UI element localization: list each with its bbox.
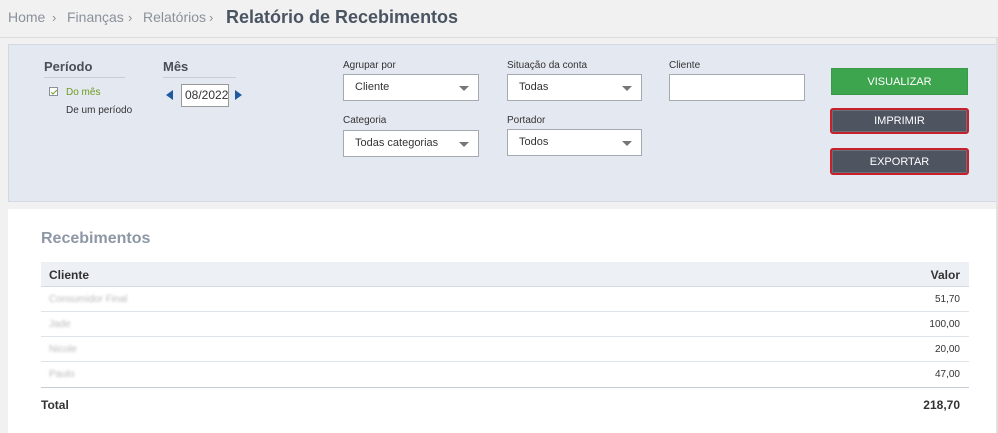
mes-divider [163,77,236,78]
periodo-heading: Período [44,59,93,74]
row-cliente: Consumidor Final [49,294,128,305]
breadcrumb-separator-icon: › [52,10,57,25]
categoria-select[interactable]: Todas categorias [343,130,479,157]
imprimir-button[interactable]: IMPRIMIR [830,108,969,134]
portador-label: Portador [507,115,546,126]
top-bar: Home › Finanças › Relatórios › Relatório… [0,0,998,38]
chevron-down-icon [622,86,632,91]
mes-heading: Mês [163,59,189,74]
periodo-divider [44,77,125,78]
cliente-label: Cliente [669,60,701,71]
report-title: Recebimentos [41,230,151,247]
column-header-valor[interactable]: Valor [931,268,960,282]
periodo-option-do-mes[interactable]: Do mês [66,87,100,98]
agrupar-por-label: Agrupar por [343,60,396,71]
portador-select[interactable]: Todos [507,129,642,156]
portador-value: Todos [519,136,549,148]
categoria-label: Categoria [343,115,387,126]
row-valor: 100,00 [929,319,960,330]
column-header-cliente[interactable]: Cliente [49,268,89,282]
row-valor: 51,70 [934,294,960,305]
breadcrumb-home[interactable]: Home [8,9,45,25]
breadcrumb-relatorios[interactable]: Relatórios [143,9,206,25]
table-row[interactable]: Jade 100,00 [41,312,969,337]
situacao-conta-label: Situação da conta [507,60,588,71]
agrupar-por-value: Cliente [355,81,390,93]
row-valor: 47,00 [934,369,960,380]
previous-month-icon[interactable] [166,90,173,100]
visualizar-button[interactable]: VISUALIZAR [831,68,968,95]
month-input[interactable]: 08/2022 [181,84,229,107]
exportar-button[interactable]: EXPORTAR [830,148,969,175]
chevron-down-icon [459,86,469,91]
page-title: Relatório de Recebimentos [226,7,459,27]
situacao-conta-value: Todas [519,81,549,93]
breadcrumb-financas[interactable]: Finanças [67,9,124,25]
breadcrumb-separator-icon: › [209,10,214,25]
cliente-input[interactable] [669,74,805,101]
row-cliente: Nicole [49,344,77,355]
situacao-conta-select[interactable]: Todas [507,74,642,101]
chevron-down-icon [622,141,632,146]
periodo-option-de-um-periodo[interactable]: De um período [66,105,132,116]
table-row[interactable]: Paulo 47,00 [41,362,969,387]
table-row[interactable]: Nicole 20,00 [41,337,969,362]
next-month-icon[interactable] [235,90,242,100]
table-header: Cliente Valor [41,262,969,287]
categoria-value: Todas categorias [355,137,439,149]
agrupar-por-select[interactable]: Cliente [343,74,479,101]
total-value: 218,70 [923,398,960,412]
total-label: Total [41,398,69,412]
row-cliente: Paulo [49,369,75,380]
breadcrumb-separator-icon: › [128,10,133,25]
row-valor: 20,00 [934,344,960,355]
chevron-down-icon [459,142,469,147]
row-cliente: Jade [49,319,71,330]
checked-option-icon [49,87,58,96]
total-row: Total 218,70 [41,387,969,415]
table-row[interactable]: Consumidor Final 51,70 [41,287,969,312]
